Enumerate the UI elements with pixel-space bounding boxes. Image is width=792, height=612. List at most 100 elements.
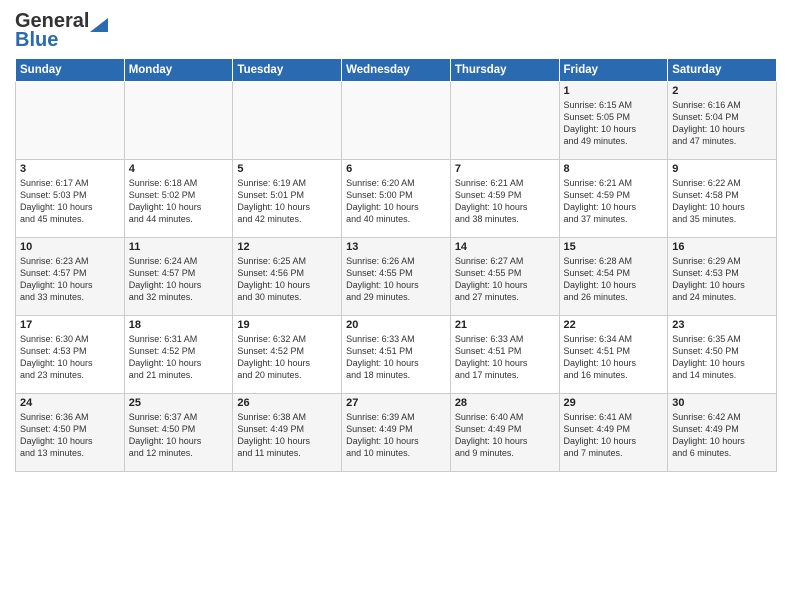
cell-info: Sunrise: 6:21 AM Sunset: 4:59 PM Dayligh…	[455, 177, 555, 226]
calendar-cell: 30 Sunrise: 6:42 AM Sunset: 4:49 PM Dayli…	[668, 394, 777, 472]
day-number: 4	[129, 163, 229, 175]
calendar-cell: 19Sunrise: 6:32 AM Sunset: 4:52 PM Dayli…	[233, 316, 342, 394]
cell-info: Sunrise: 6:19 AM Sunset: 5:01 PM Dayligh…	[237, 177, 337, 226]
calendar-cell: 10 Sunrise: 6:23 AM Sunset: 4:57 PM Dayli…	[16, 238, 125, 316]
cell-info: Sunrise: 6:33 AM Sunset: 4:51 PM Dayligh…	[346, 333, 446, 382]
cell-info: Sunrise: 6:25 AM Sunset: 4:56 PM Dayligh…	[237, 255, 337, 304]
header: General Blue	[15, 10, 777, 52]
day-number: 23	[672, 319, 772, 331]
cell-info: Sunrise: 6:24 AM Sunset: 4:57 PM Dayligh…	[129, 255, 229, 304]
calendar-cell	[16, 82, 125, 160]
calendar-cell: 17 Sunrise: 6:30 AM Sunset: 4:53 PM Dayli…	[16, 316, 125, 394]
logo-arrow-icon	[90, 12, 108, 32]
calendar-cell	[342, 82, 451, 160]
cell-info: Sunrise: 6:42 AM Sunset: 4:49 PM Dayligh…	[672, 411, 772, 460]
calendar-header-friday: Friday	[559, 59, 668, 82]
cell-info: Sunrise: 6:35 AM Sunset: 4:50 PM Dayligh…	[672, 333, 772, 382]
main-container: General Blue SundayMondayTuesdayWednesda…	[0, 0, 792, 477]
cell-info: Sunrise: 6:38 AM Sunset: 4:49 PM Dayligh…	[237, 411, 337, 460]
day-number: 6	[346, 163, 446, 175]
calendar-cell: 24Sunrise: 6:36 AM Sunset: 4:50 PM Dayli…	[16, 394, 125, 472]
calendar-cell: 27Sunrise: 6:39 AM Sunset: 4:49 PM Dayli…	[342, 394, 451, 472]
cell-info: Sunrise: 6:33 AM Sunset: 4:51 PM Dayligh…	[455, 333, 555, 382]
day-number: 21	[455, 319, 555, 331]
calendar-cell: 6 Sunrise: 6:20 AM Sunset: 5:00 PM Daylig…	[342, 160, 451, 238]
cell-info: Sunrise: 6:41 AM Sunset: 4:49 PM Dayligh…	[564, 411, 664, 460]
calendar-cell: 20 Sunrise: 6:33 AM Sunset: 4:51 PM Dayli…	[342, 316, 451, 394]
calendar-header-sunday: Sunday	[16, 59, 125, 82]
cell-info: Sunrise: 6:29 AM Sunset: 4:53 PM Dayligh…	[672, 255, 772, 304]
day-number: 30	[672, 397, 772, 409]
day-number: 1	[564, 85, 664, 97]
calendar-cell: 21 Sunrise: 6:33 AM Sunset: 4:51 PM Dayli…	[450, 316, 559, 394]
calendar-cell: 3 Sunrise: 6:17 AM Sunset: 5:03 PM Daylig…	[16, 160, 125, 238]
day-number: 26	[237, 397, 337, 409]
cell-info: Sunrise: 6:28 AM Sunset: 4:54 PM Dayligh…	[564, 255, 664, 304]
cell-info: Sunrise: 6:26 AM Sunset: 4:55 PM Dayligh…	[346, 255, 446, 304]
cell-info: Sunrise: 6:20 AM Sunset: 5:00 PM Dayligh…	[346, 177, 446, 226]
day-number: 14	[455, 241, 555, 253]
calendar-cell: 4 Sunrise: 6:18 AM Sunset: 5:02 PM Daylig…	[124, 160, 233, 238]
day-number: 9	[672, 163, 772, 175]
day-number: 18	[129, 319, 229, 331]
cell-info: Sunrise: 6:40 AM Sunset: 4:49 PM Dayligh…	[455, 411, 555, 460]
cell-info: Sunrise: 6:37 AM Sunset: 4:50 PM Dayligh…	[129, 411, 229, 460]
calendar-cell: 7Sunrise: 6:21 AM Sunset: 4:59 PM Daylig…	[450, 160, 559, 238]
day-number: 10	[20, 241, 120, 253]
day-number: 16	[672, 241, 772, 253]
cell-info: Sunrise: 6:34 AM Sunset: 4:51 PM Dayligh…	[564, 333, 664, 382]
calendar-cell: 1 Sunrise: 6:15 AM Sunset: 5:05 PM Daylig…	[559, 82, 668, 160]
calendar-cell: 15 Sunrise: 6:28 AM Sunset: 4:54 PM Dayli…	[559, 238, 668, 316]
calendar-week-5: 24Sunrise: 6:36 AM Sunset: 4:50 PM Dayli…	[16, 394, 777, 472]
day-number: 5	[237, 163, 337, 175]
cell-info: Sunrise: 6:18 AM Sunset: 5:02 PM Dayligh…	[129, 177, 229, 226]
calendar-week-2: 3 Sunrise: 6:17 AM Sunset: 5:03 PM Daylig…	[16, 160, 777, 238]
cell-info: Sunrise: 6:23 AM Sunset: 4:57 PM Dayligh…	[20, 255, 120, 304]
logo: General Blue	[15, 10, 108, 52]
calendar-cell: 14 Sunrise: 6:27 AM Sunset: 4:55 PM Dayli…	[450, 238, 559, 316]
day-number: 8	[564, 163, 664, 175]
day-number: 24	[20, 397, 120, 409]
cell-info: Sunrise: 6:17 AM Sunset: 5:03 PM Dayligh…	[20, 177, 120, 226]
calendar-cell: 18 Sunrise: 6:31 AM Sunset: 4:52 PM Dayli…	[124, 316, 233, 394]
cell-info: Sunrise: 6:15 AM Sunset: 5:05 PM Dayligh…	[564, 99, 664, 148]
day-number: 12	[237, 241, 337, 253]
calendar-cell: 2 Sunrise: 6:16 AM Sunset: 5:04 PM Daylig…	[668, 82, 777, 160]
calendar-cell: 26 Sunrise: 6:38 AM Sunset: 4:49 PM Dayli…	[233, 394, 342, 472]
calendar-header-saturday: Saturday	[668, 59, 777, 82]
calendar-header-monday: Monday	[124, 59, 233, 82]
day-number: 15	[564, 241, 664, 253]
day-number: 3	[20, 163, 120, 175]
calendar-week-1: 1 Sunrise: 6:15 AM Sunset: 5:05 PM Daylig…	[16, 82, 777, 160]
calendar-cell: 29 Sunrise: 6:41 AM Sunset: 4:49 PM Dayli…	[559, 394, 668, 472]
cell-info: Sunrise: 6:16 AM Sunset: 5:04 PM Dayligh…	[672, 99, 772, 148]
day-number: 17	[20, 319, 120, 331]
cell-info: Sunrise: 6:21 AM Sunset: 4:59 PM Dayligh…	[564, 177, 664, 226]
calendar-table: SundayMondayTuesdayWednesdayThursdayFrid…	[15, 58, 777, 472]
calendar-header-wednesday: Wednesday	[342, 59, 451, 82]
calendar-week-3: 10 Sunrise: 6:23 AM Sunset: 4:57 PM Dayli…	[16, 238, 777, 316]
day-number: 2	[672, 85, 772, 97]
calendar-cell	[233, 82, 342, 160]
day-number: 13	[346, 241, 446, 253]
day-number: 29	[564, 397, 664, 409]
calendar-header-tuesday: Tuesday	[233, 59, 342, 82]
day-number: 27	[346, 397, 446, 409]
cell-info: Sunrise: 6:27 AM Sunset: 4:55 PM Dayligh…	[455, 255, 555, 304]
calendar-cell: 16 Sunrise: 6:29 AM Sunset: 4:53 PM Dayli…	[668, 238, 777, 316]
cell-info: Sunrise: 6:31 AM Sunset: 4:52 PM Dayligh…	[129, 333, 229, 382]
cell-info: Sunrise: 6:22 AM Sunset: 4:58 PM Dayligh…	[672, 177, 772, 226]
day-number: 25	[129, 397, 229, 409]
calendar-cell: 11 Sunrise: 6:24 AM Sunset: 4:57 PM Dayli…	[124, 238, 233, 316]
calendar-cell	[450, 82, 559, 160]
day-number: 11	[129, 241, 229, 253]
calendar-week-4: 17 Sunrise: 6:30 AM Sunset: 4:53 PM Dayli…	[16, 316, 777, 394]
cell-info: Sunrise: 6:30 AM Sunset: 4:53 PM Dayligh…	[20, 333, 120, 382]
calendar-cell	[124, 82, 233, 160]
day-number: 19	[237, 319, 337, 331]
logo-blue: Blue	[15, 29, 58, 52]
day-number: 20	[346, 319, 446, 331]
calendar-cell: 25 Sunrise: 6:37 AM Sunset: 4:50 PM Dayli…	[124, 394, 233, 472]
calendar-cell: 12 Sunrise: 6:25 AM Sunset: 4:56 PM Dayli…	[233, 238, 342, 316]
calendar-cell: 23 Sunrise: 6:35 AM Sunset: 4:50 PM Dayli…	[668, 316, 777, 394]
